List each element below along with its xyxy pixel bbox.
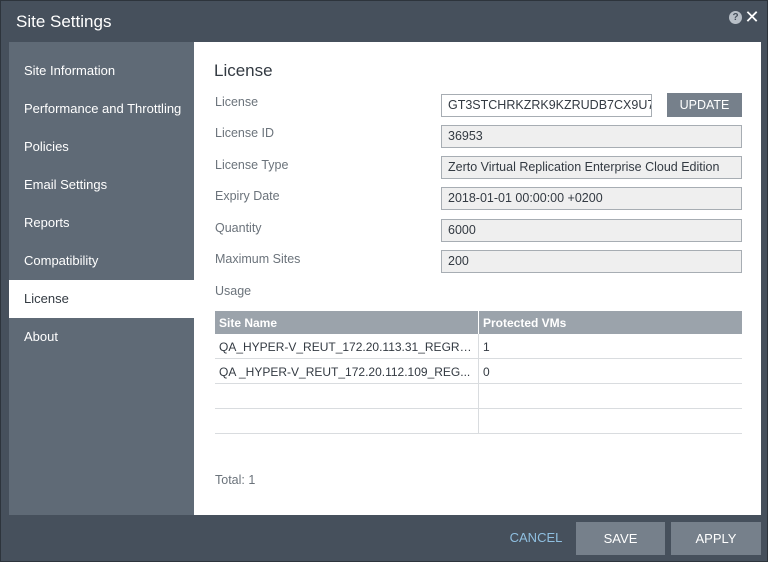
protected-vms-cell: 1 — [483, 340, 490, 354]
license-panel: License License GT3STCHRKZRK9KZRUDB7CX9U… — [194, 42, 761, 515]
title-bar: Site Settings ? ✕ — [1, 1, 767, 41]
usage-label: Usage — [215, 284, 252, 298]
apply-button[interactable]: APPLY — [671, 522, 761, 555]
sidebar-item-performance-and-throttling[interactable]: Performance and Throttling — [9, 90, 194, 128]
table-row[interactable]: QA _HYPER-V_REUT_172.20.112.109_REG... 0 — [215, 359, 742, 384]
license-type-field: Zerto Virtual Replication Enterprise Clo… — [441, 156, 742, 179]
save-button[interactable]: SAVE — [576, 522, 665, 555]
sidebar-item-email-settings[interactable]: Email Settings — [9, 166, 194, 204]
maximum-sites-label: Maximum Sites — [215, 252, 301, 266]
table-row[interactable]: QA_HYPER-V_REUT_172.20.113.31_REGRE... 1 — [215, 334, 742, 359]
protected-vms-cell: 0 — [483, 365, 490, 379]
sidebar-item-policies[interactable]: Policies — [9, 128, 194, 166]
column-header-protected-vms[interactable]: Protected VMs — [483, 316, 566, 330]
sidebar-item-site-information[interactable]: Site Information — [9, 52, 194, 90]
column-divider — [478, 384, 479, 409]
cancel-button[interactable]: CANCEL — [501, 524, 571, 552]
table-header: Site Name Protected VMs — [215, 311, 742, 334]
column-divider — [478, 334, 479, 359]
sidebar-item-license[interactable]: License — [9, 280, 194, 318]
maximum-sites-field: 200 — [441, 250, 742, 273]
table-row — [215, 384, 742, 409]
license-label: License — [215, 95, 259, 109]
license-id-label: License ID — [215, 126, 275, 140]
column-divider — [478, 311, 479, 334]
site-settings-dialog: Site Settings ? ✕ Site Information Perfo… — [0, 0, 768, 562]
quantity-label: Quantity — [215, 221, 262, 235]
dialog-footer: CANCEL SAVE APPLY — [1, 515, 767, 561]
site-name-cell: QA _HYPER-V_REUT_172.20.112.109_REG... — [219, 365, 471, 379]
license-type-label: License Type — [215, 158, 289, 172]
column-header-site-name[interactable]: Site Name — [219, 316, 277, 330]
column-divider — [478, 359, 479, 384]
quantity-field: 6000 — [441, 219, 742, 242]
sidebar-item-reports[interactable]: Reports — [9, 204, 194, 242]
section-title: License — [214, 61, 273, 80]
table-row — [215, 409, 742, 434]
site-name-cell: QA_HYPER-V_REUT_172.20.113.31_REGRE... — [219, 340, 475, 354]
sidebar-item-about[interactable]: About — [9, 318, 194, 356]
total-count: Total: 1 — [215, 473, 256, 487]
column-divider — [478, 409, 479, 434]
update-button[interactable]: UPDATE — [667, 93, 742, 117]
sidebar-item-compatibility[interactable]: Compatibility — [9, 242, 194, 280]
expiry-date-label: Expiry Date — [215, 189, 280, 203]
help-icon[interactable]: ? — [729, 11, 742, 24]
license-key-input[interactable]: GT3STCHRKZRK9KZRUDB7CX9U7CU — [441, 94, 652, 117]
close-icon[interactable]: ✕ — [744, 7, 760, 27]
license-id-field: 36953 — [441, 125, 742, 148]
sidebar: Site Information Performance and Throttl… — [9, 42, 194, 515]
dialog-title: Site Settings — [16, 12, 112, 31]
expiry-date-field: 2018-01-01 00:00:00 +0200 — [441, 187, 742, 210]
